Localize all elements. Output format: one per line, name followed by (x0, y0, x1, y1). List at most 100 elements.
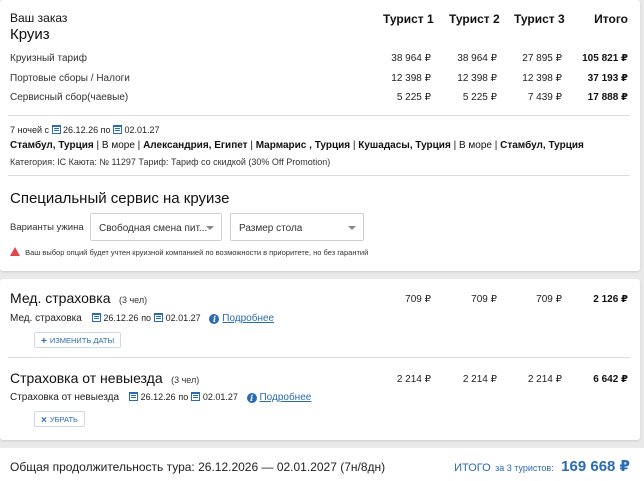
special-service-title: Специальный сервис на круизе (10, 190, 230, 207)
row-value: 7 439 ₽ (527, 92, 562, 103)
medical-insurance-heading: Мед. страховка (3 чел) (10, 290, 147, 308)
calendar-icon (153, 313, 163, 322)
cancellation-sub-label: Страховка от невыезда (10, 392, 120, 403)
cancellation-value: 2 214 ₽ (527, 374, 562, 385)
total-for: за 3 туристов: (495, 463, 554, 473)
route-port: Мармарис , Турция (255, 140, 351, 151)
medical-value: 709 ₽ (536, 294, 562, 305)
cancellation-insurance-heading: Страховка от невыезда (3 чел) (10, 370, 199, 388)
date-from: 26.12.26 (103, 313, 139, 323)
by-text: по (141, 313, 152, 323)
route-separator: | (134, 140, 144, 151)
date-from: 26.12.26 (140, 392, 176, 402)
row-value: 5 225 ₽ (462, 92, 497, 103)
change-dates-button[interactable]: + ИЗМЕНИТЬ ДАТЫ (34, 332, 122, 348)
calendar-icon (91, 313, 101, 322)
row-value: 38 964 ₽ (391, 53, 431, 64)
order-subtitle: Круиз (10, 26, 50, 43)
route-separator: | (93, 140, 102, 151)
route-port: В море (101, 140, 135, 151)
row-total: 105 821 ₽ (582, 53, 628, 64)
calendar-icon (128, 392, 138, 401)
medical-value: 709 ₽ (471, 294, 497, 305)
divider (8, 175, 630, 176)
order-card: Ваш заказ Круиз Турист 1 Турист 2 Турист… (0, 0, 640, 271)
row-label: Круизный тариф (10, 53, 87, 64)
date-to: 02.01.27 (165, 313, 201, 323)
chevron-down-icon (206, 226, 214, 230)
cancellation-more-link[interactable]: Подробнее (259, 392, 311, 403)
table-size-select[interactable]: Размер стола (230, 213, 364, 241)
row-label: Портовые сборы / Налоги (10, 73, 130, 84)
route-port: Стамбул, Турция (10, 140, 94, 151)
medical-value: 709 ₽ (405, 294, 431, 305)
medical-insurance-title: Мед. страховка (10, 290, 111, 306)
change-dates-label: ИЗМЕНИТЬ ДАТЫ (49, 336, 115, 345)
column-tourist-2: Турист 2 (449, 12, 500, 26)
order-title: Ваш заказ (10, 11, 68, 25)
dinner-select[interactable]: Свободная смена пит... (90, 213, 222, 241)
row-value: 12 398 ₽ (391, 73, 431, 84)
column-total: Итого (594, 12, 628, 26)
divider (8, 357, 630, 358)
calendar-icon (191, 392, 201, 401)
tour-duration: Общая продолжительность тура: 26.12.2026… (10, 460, 386, 474)
row-label: Сервисный сбор(чаевые) (10, 92, 129, 103)
warning-text: Ваш выбор опций будет учтен круизной ком… (25, 248, 369, 257)
close-icon: × (41, 415, 47, 426)
cancellation-dates: Страховка от невыезда 26.12.26 по 02.01.… (10, 392, 311, 403)
total-label: ИТОГО (454, 462, 491, 474)
column-tourist-1: Турист 1 (383, 12, 434, 26)
cancellation-insurance-title: Страховка от невыезда (10, 370, 163, 386)
warning-icon (10, 247, 20, 256)
dinner-label: Варианты ужина (10, 222, 84, 233)
date-to: 02.01.27 (202, 392, 238, 402)
route-separator: | (450, 140, 459, 151)
warning-note: Ваш выбор опций будет учтен круизной ком… (10, 247, 368, 257)
route-port: В море (458, 140, 492, 151)
route-port: Стамбул, Турция (500, 140, 584, 151)
row-total: 37 193 ₽ (587, 73, 628, 84)
medical-insurance-count: (3 чел) (118, 295, 148, 305)
remove-label: УБРАТЬ (49, 415, 78, 424)
table-size-select-value: Размер стола (239, 223, 303, 234)
medical-more-link[interactable]: Подробнее (222, 313, 274, 324)
by-text: по (178, 392, 189, 402)
medical-dates: Мед. страховка 26.12.26 по 02.01.27 i По… (10, 313, 274, 324)
route-port: Кушадасы, Турция (358, 140, 451, 151)
route-port: Александрия, Египет (143, 140, 248, 151)
total-value: 169 668 ₽ (561, 458, 630, 475)
plus-icon: + (41, 336, 47, 347)
row-value: 38 964 ₽ (457, 53, 497, 64)
dinner-select-value: Свободная смена пит... (99, 223, 208, 234)
info-icon: i (209, 314, 220, 324)
route-separator: | (491, 140, 501, 151)
column-tourist-3: Турист 3 (514, 12, 565, 26)
cruise-route: Стамбул, Турция | В море | Александрия, … (10, 140, 584, 151)
row-value: 5 225 ₽ (396, 92, 431, 103)
remove-button[interactable]: × УБРАТЬ (34, 411, 85, 427)
row-value: 27 895 ₽ (522, 53, 562, 64)
calendar-icon (113, 125, 123, 134)
calendar-icon (51, 125, 61, 134)
medical-sub-label: Мед. страховка (10, 313, 82, 324)
route-separator: | (247, 140, 256, 151)
footer-bar: Общая продолжительность тура: 26.12.2026… (0, 448, 644, 481)
date-from: 26.12.26 (63, 125, 99, 135)
info-icon: i (246, 393, 257, 403)
date-to: 02.01.27 (124, 125, 160, 135)
row-value: 12 398 ₽ (457, 73, 497, 84)
cancellation-insurance-count: (3 чел) (171, 375, 200, 385)
cancellation-value: 2 214 ₽ (396, 374, 431, 385)
divider (8, 115, 630, 116)
medical-total: 2 126 ₽ (593, 294, 628, 305)
row-value: 12 398 ₽ (522, 73, 562, 84)
row-total: 17 888 ₽ (587, 92, 628, 103)
insurance-card: Мед. страховка (3 чел) 709 ₽ 709 ₽ 709 ₽… (0, 279, 640, 440)
cancellation-value: 2 214 ₽ (462, 374, 497, 385)
cancellation-total: 6 642 ₽ (593, 374, 628, 385)
order-total: ИТОГО за 3 туристов: 169 668 ₽ (454, 457, 630, 476)
nights-text: 7 ночей с (10, 125, 50, 135)
chevron-down-icon (348, 226, 356, 230)
cruise-details: Категория: IC Каюта: № 11297 Тариф: Тари… (10, 157, 331, 167)
